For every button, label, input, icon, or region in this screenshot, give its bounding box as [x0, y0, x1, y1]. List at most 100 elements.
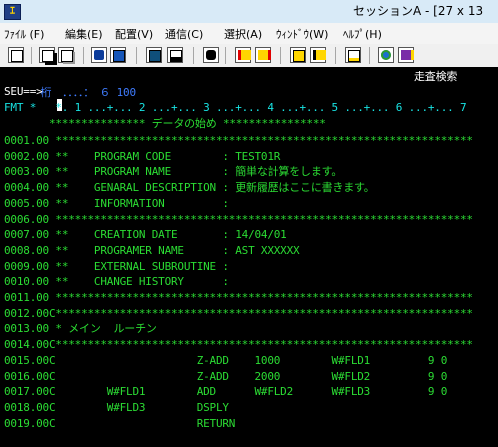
- sequence-number: 0012.00: [4, 306, 49, 320]
- source-line[interactable]: 0011.00 ********************************…: [4, 290, 473, 306]
- session-app-icon: ｴ: [4, 4, 21, 20]
- source-line[interactable]: 0017.00C W#FLD1 ADD W#FLD2 W#FLD3 9 0: [4, 384, 447, 400]
- play-macro-icon: [258, 50, 271, 60]
- menu-communication[interactable]: 通信(C): [165, 26, 203, 42]
- source-text: ** CREATION DATE : 14/04/01: [48, 228, 287, 242]
- print-screen-button[interactable]: [8, 47, 24, 63]
- menu-help[interactable]: ﾍﾙﾌﾟ(H): [343, 26, 382, 42]
- source-text: C Z-ADD 1000 W#FLD1 9 0: [48, 353, 448, 367]
- help-book-icon: [401, 50, 414, 60]
- source-line[interactable]: 0008.00 ** PROGRAMER NAME : AST XXXXXX: [4, 243, 300, 259]
- source-line[interactable]: 0016.00C Z-ADD 2000 W#FLD2 9 0: [4, 369, 447, 385]
- sequence-number: 0002.00: [4, 149, 49, 163]
- source-text: * メイン ルーチン: [48, 322, 157, 336]
- paste-button[interactable]: [58, 47, 74, 63]
- keyboard-button[interactable]: [167, 47, 183, 63]
- sequence-number: 0019.00: [4, 416, 49, 430]
- menu-file[interactable]: ﾌｧｲﾙ (F): [4, 26, 44, 42]
- menu-window[interactable]: ｳｨﾝﾄﾞｳ(W): [276, 26, 328, 42]
- source-text: ** PROGRAMER NAME : AST XXXXXX: [48, 243, 300, 257]
- toolbar-separator: [225, 47, 226, 64]
- seu-prompt[interactable]: SEU==>: [4, 84, 43, 100]
- source-text: ** EXTERNAL SUBROUTINE :: [48, 259, 229, 273]
- toolbar-separator: [136, 47, 137, 64]
- copy-icon: [42, 50, 54, 62]
- source-line[interactable]: 0015.00C Z-ADD 1000 W#FLD1 9 0: [4, 353, 447, 369]
- sequence-number: 0018.00: [4, 400, 49, 414]
- toolbar-separator: [193, 47, 194, 64]
- send-file-button[interactable]: [91, 47, 107, 63]
- send-file-icon: [94, 50, 104, 60]
- source-text: ****************************************…: [48, 291, 473, 304]
- macro-list-button[interactable]: [345, 47, 361, 63]
- source-line[interactable]: 0014.00C********************************…: [4, 337, 473, 353]
- sequence-number: 0013.00: [4, 322, 49, 336]
- record-macro-button[interactable]: [203, 47, 219, 63]
- clipboard-button[interactable]: [310, 47, 326, 63]
- receive-file-button[interactable]: [110, 47, 126, 63]
- source-line[interactable]: 0001.00 ********************************…: [4, 133, 473, 149]
- print-screen-icon: [11, 50, 23, 62]
- terminal-screen[interactable]: 桁 ．．．．： ６ 100 走査検索 SEU==> FMT * *. 1 ...…: [0, 67, 498, 447]
- window-titlebar: ｴ セッションA - [27 x 13: [0, 0, 498, 23]
- play-macro-button[interactable]: [255, 47, 271, 63]
- source-text: ****************************************…: [48, 134, 473, 147]
- display-button[interactable]: [146, 47, 162, 63]
- record-macro-icon: [206, 50, 216, 60]
- source-line[interactable]: 0012.00C********************************…: [4, 306, 473, 322]
- copy-button[interactable]: [39, 47, 55, 63]
- scan-search-label: 走査検索: [414, 70, 458, 83]
- clipboard-icon: [348, 50, 360, 62]
- source-line[interactable]: 0002.00 ** PROGRAM CODE : TEST01R: [4, 149, 280, 165]
- source-line[interactable]: 0010.00 ** CHANGE HISTORY :: [4, 274, 229, 290]
- source-line[interactable]: 0009.00 ** EXTERNAL SUBROUTINE :: [4, 259, 229, 275]
- pause-macro-icon: [293, 50, 305, 62]
- sequence-number: 0017.00: [4, 385, 49, 399]
- source-text: ** INFORMATION :: [48, 196, 229, 210]
- sequence-number: 0008.00: [4, 243, 49, 257]
- source-text: C Z-ADD 2000 W#FLD2 9 0: [48, 369, 448, 383]
- source-line[interactable]: 0013.00 * メイン ルーチン: [4, 321, 157, 337]
- sequence-number: 0015.00: [4, 353, 49, 367]
- sequence-number: 0016.00: [4, 369, 49, 383]
- source-text: C RETURN: [48, 416, 236, 430]
- source-line[interactable]: 0003.00 ** PROGRAM NAME : 簡単な計算をします。: [4, 164, 342, 180]
- source-line[interactable]: 0004.00 ** GENARAL DESCRIPTION : 更新履歴はここ…: [4, 180, 375, 196]
- source-text: C***************************************…: [48, 338, 473, 352]
- source-text: C W#FLD1 ADD W#FLD2 W#FLD3 9 0: [48, 385, 448, 399]
- source-line[interactable]: 0018.00C W#FLD3 DSPLY: [4, 400, 229, 416]
- window-title: セッションA - [27 x 13: [353, 4, 484, 18]
- toolbar-separator: [31, 47, 32, 64]
- source-text: C***************************************…: [48, 306, 473, 320]
- source-line[interactable]: 0019.00C RETURN: [4, 416, 235, 432]
- clipboard-icon: [313, 50, 326, 60]
- sequence-number: 0007.00: [4, 228, 49, 242]
- sequence-number: 0006.00: [4, 212, 49, 226]
- toolbar-separator: [83, 47, 84, 64]
- stop-macro-icon: [238, 50, 251, 60]
- source-text: ** GENARAL DESCRIPTION : 更新履歴はここに書きます。: [48, 181, 375, 195]
- help-book-button[interactable]: [398, 47, 414, 63]
- source-line[interactable]: 0005.00 ** INFORMATION :: [4, 196, 229, 212]
- paste-icon: [61, 50, 73, 62]
- menu-layout[interactable]: 配置(V): [115, 26, 153, 42]
- source-text: C W#FLD3 DSPLY: [48, 400, 229, 414]
- menu-bar: ﾌｧｲﾙ (F) 編集(E) 配置(V) 通信(C) 選択(A) ｳｨﾝﾄﾞｳ(…: [0, 23, 498, 44]
- sequence-number: 0001.00: [4, 134, 49, 147]
- source-text: ** PROGRAM CODE : TEST01R: [48, 149, 281, 163]
- sequence-number: 0005.00: [4, 196, 49, 210]
- source-line[interactable]: 0007.00 ** CREATION DATE : 14/04/01: [4, 227, 287, 243]
- receive-file-icon: [113, 50, 125, 62]
- menu-edit[interactable]: 編集(E): [65, 26, 103, 42]
- sequence-number: 0010.00: [4, 275, 49, 289]
- globe-button[interactable]: [378, 47, 394, 63]
- pause-macro-button[interactable]: [290, 47, 306, 63]
- source-line[interactable]: 0006.00 ********************************…: [4, 212, 473, 228]
- toolbar-separator: [369, 47, 370, 64]
- stop-macro-button[interactable]: [235, 47, 251, 63]
- globe-icon: [381, 50, 391, 60]
- sequence-number: 0009.00: [4, 259, 49, 273]
- sequence-number: 0004.00: [4, 181, 49, 195]
- menu-select[interactable]: 選択(A): [224, 26, 262, 42]
- sequence-number: 0011.00: [4, 291, 49, 304]
